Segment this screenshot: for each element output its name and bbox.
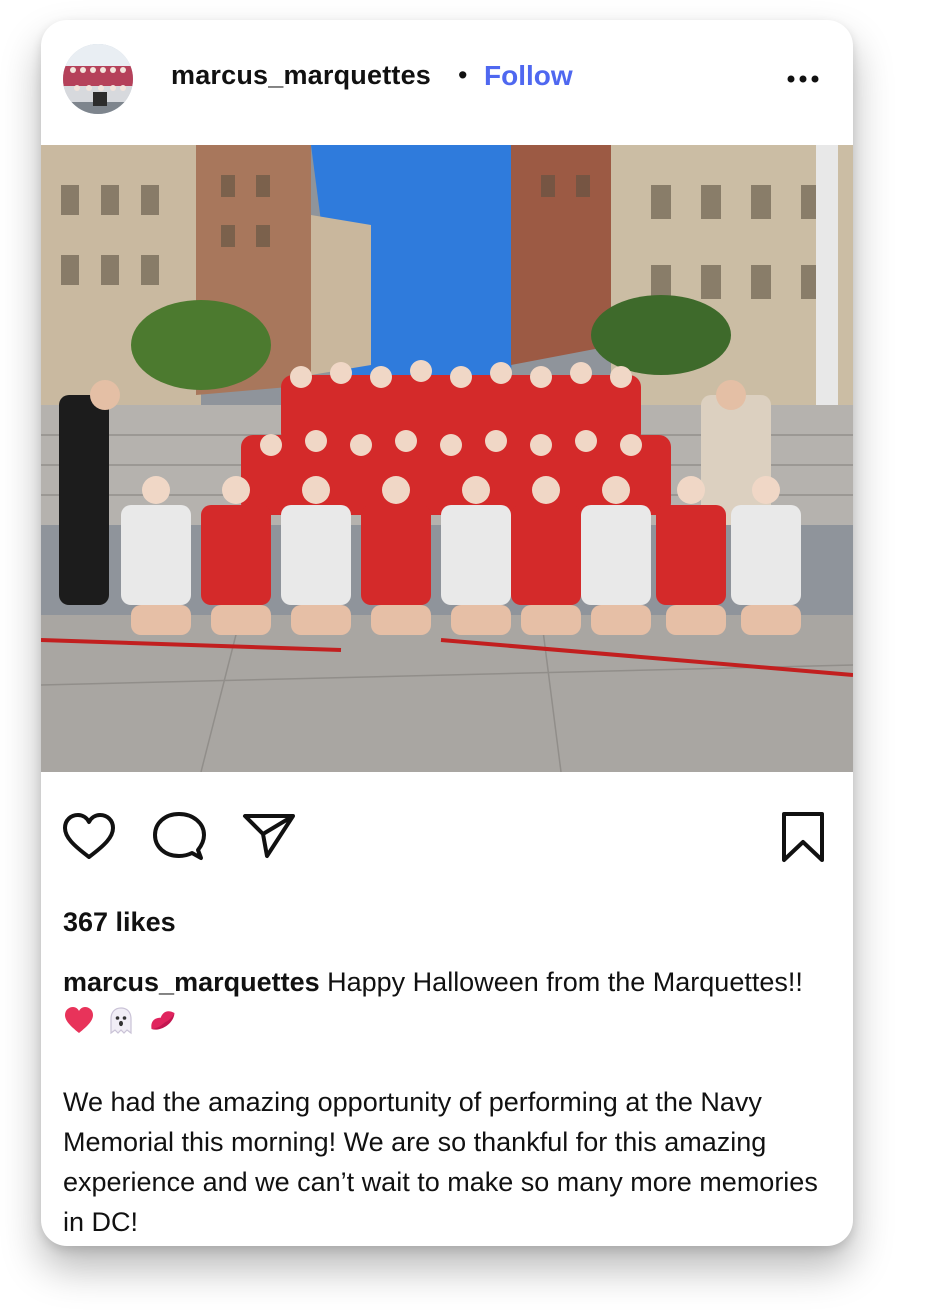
separator-dot: • bbox=[458, 60, 468, 90]
bookmark-icon[interactable] bbox=[775, 810, 831, 866]
avatar-image bbox=[63, 44, 133, 114]
post-photo[interactable] bbox=[41, 145, 853, 772]
send-icon[interactable] bbox=[241, 810, 297, 866]
more-horizontal-icon[interactable] bbox=[783, 66, 823, 92]
heart-icon[interactable] bbox=[61, 810, 117, 866]
caption-line: marcus_marquettes Happy Halloween from t… bbox=[63, 962, 833, 1042]
post-header: marcus_marquettes • Follow bbox=[41, 20, 853, 144]
instagram-post-card: marcus_marquettes • Follow 367 likes mar… bbox=[41, 20, 853, 1246]
caption-paragraph: We had the amazing opportunity of perfor… bbox=[63, 1087, 818, 1237]
kiss-mark-emoji bbox=[151, 1011, 175, 1030]
profile-avatar[interactable] bbox=[63, 44, 133, 114]
caption-text: Happy Halloween from the Marquettes!! bbox=[319, 967, 803, 997]
post-caption: marcus_marquettes Happy Halloween from t… bbox=[63, 962, 833, 1242]
likes-count[interactable]: 367 likes bbox=[63, 907, 176, 938]
caption-username[interactable]: marcus_marquettes bbox=[63, 967, 320, 997]
group-photo bbox=[41, 145, 853, 772]
comment-icon[interactable] bbox=[151, 810, 207, 866]
ghost-emoji bbox=[110, 1007, 132, 1035]
follow-button[interactable]: Follow bbox=[484, 60, 573, 92]
heart-emoji bbox=[65, 1007, 93, 1033]
post-username[interactable]: marcus_marquettes bbox=[171, 60, 431, 91]
post-actions bbox=[41, 810, 853, 870]
